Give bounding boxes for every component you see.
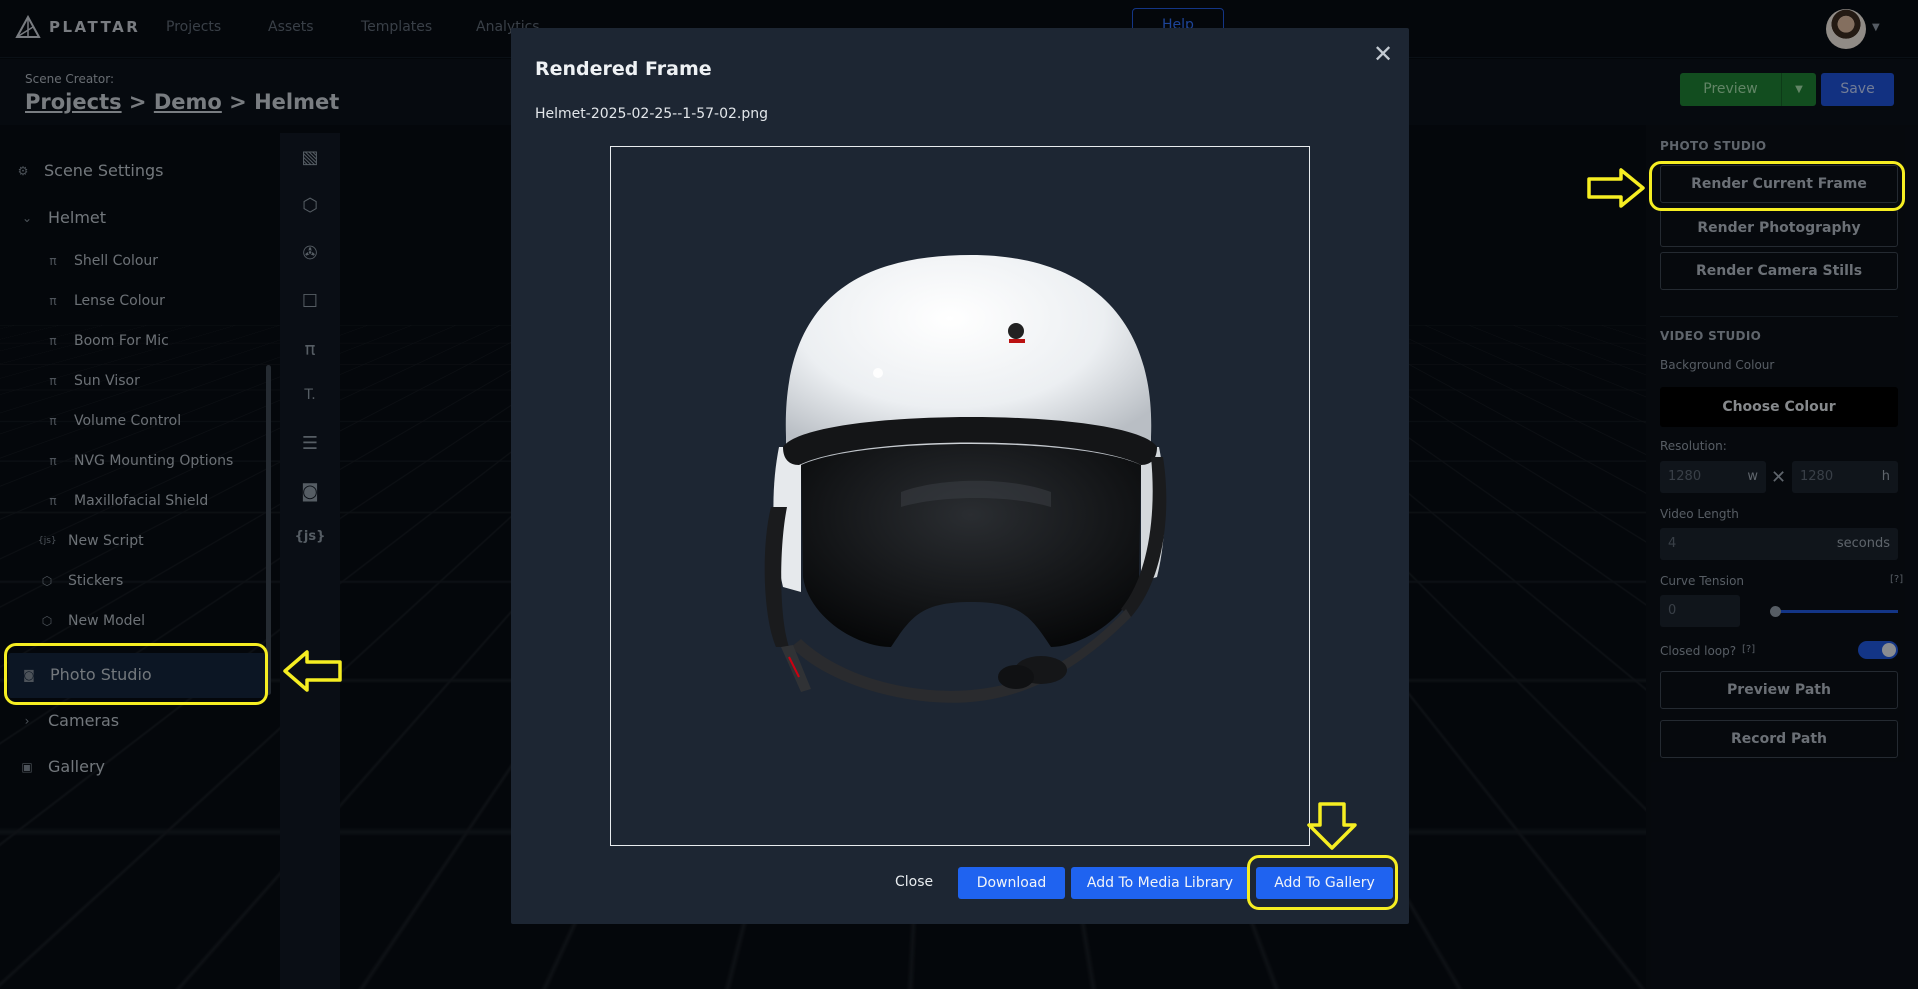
arrow-left-icon: [283, 650, 342, 692]
close-icon[interactable]: ✕: [1373, 40, 1393, 68]
rendered-frame-modal: Rendered Frame ✕ Helmet-2025-02-25--1-57…: [511, 28, 1409, 924]
close-link[interactable]: Close: [895, 874, 933, 890]
arrow-down-icon: [1307, 802, 1357, 850]
arrow-right-icon: [1587, 168, 1645, 208]
rendered-image: [610, 146, 1310, 846]
helmet-render: [764, 255, 1167, 703]
add-to-media-library-button[interactable]: Add To Media Library: [1071, 867, 1249, 899]
modal-title: Rendered Frame: [535, 58, 712, 80]
highlight-add-to-gallery: [1247, 855, 1398, 910]
download-button[interactable]: Download: [958, 867, 1065, 899]
highlight-render-current-frame: [1649, 161, 1905, 211]
rendered-filename: Helmet-2025-02-25--1-57-02.png: [535, 106, 769, 122]
highlight-photo-studio: [4, 643, 268, 705]
